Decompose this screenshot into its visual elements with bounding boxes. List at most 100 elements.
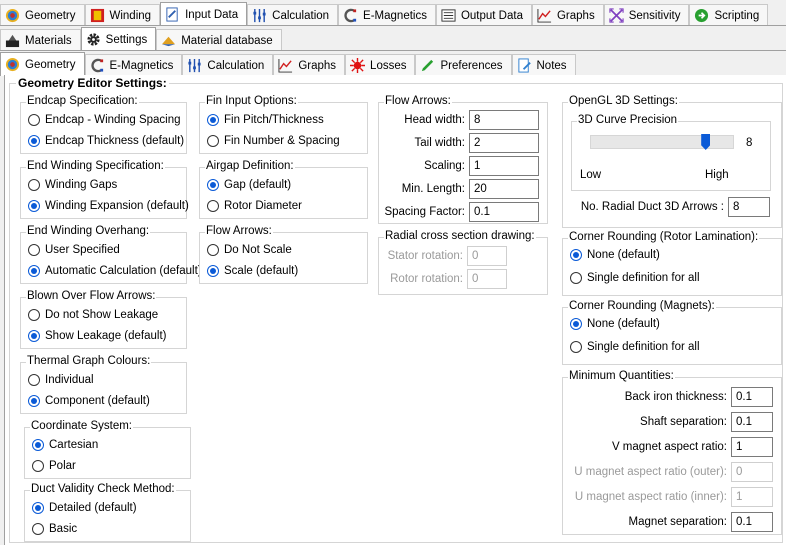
gap-option[interactable]: Gap (default) — [207, 179, 291, 191]
radio-button[interactable] — [28, 179, 40, 191]
main-tab-output-data[interactable]: Output Data — [435, 4, 532, 26]
winding-expansion-option[interactable]: Winding Expansion (default) — [28, 200, 189, 212]
main-tab-graphs[interactable]: Graphs — [531, 4, 604, 26]
radio-button[interactable] — [570, 249, 582, 261]
sensitivity-icon — [609, 8, 624, 23]
radio-button[interactable] — [32, 460, 44, 472]
radial-duct-arrows-input[interactable]: 8 — [728, 197, 770, 217]
main-tab-scripting[interactable]: Scripting — [689, 4, 769, 26]
back-iron-thickness-row: Back iron thickness: 0.1 — [563, 387, 773, 407]
settings-tab-calculation[interactable]: Calculation — [182, 54, 274, 76]
basic-option[interactable]: Basic — [32, 523, 77, 535]
input-data-tab-materials[interactable]: Materials — [0, 29, 81, 51]
settings-tab-geometry[interactable]: Geometry — [0, 52, 85, 76]
curve-precision-slider[interactable] — [590, 135, 734, 149]
settings-tab-graphs[interactable]: Graphs — [273, 54, 346, 76]
main-tab-winding[interactable]: Winding — [84, 4, 161, 26]
radio-button[interactable] — [28, 244, 40, 256]
radio-button[interactable] — [32, 502, 44, 514]
option-label: Component (default) — [45, 395, 150, 407]
show-leakage-option[interactable]: Show Leakage (default) — [28, 330, 166, 342]
scaling-input[interactable]: 1 — [469, 156, 539, 176]
radio-button[interactable] — [28, 330, 40, 342]
radio-button[interactable] — [28, 200, 40, 212]
detailed-option[interactable]: Detailed (default) — [32, 502, 137, 514]
component-option[interactable]: Component (default) — [28, 395, 150, 407]
magnet-separation-input[interactable]: 0.1 — [731, 512, 773, 532]
tab-label: Notes — [536, 59, 567, 72]
radio-button[interactable] — [207, 265, 219, 277]
cartesian-option[interactable]: Cartesian — [32, 439, 98, 451]
fin-number-spacing-option[interactable]: Fin Number & Spacing — [207, 135, 340, 147]
radio-button[interactable] — [32, 439, 44, 451]
corner-rounding-magnets-group: Corner Rounding (Magnets): None (default… — [562, 300, 782, 365]
field-label: Min. Length: — [401, 183, 465, 195]
main-tab-e-magnetics[interactable]: E-Magnetics — [338, 4, 436, 26]
materials-icon — [5, 33, 20, 48]
radio-button[interactable] — [207, 135, 219, 147]
do-not-show-leakage-option[interactable]: Do not Show Leakage — [28, 309, 158, 321]
input-data-tab-settings[interactable]: Settings — [80, 27, 157, 51]
main-tab-sensitivity[interactable]: Sensitivity — [603, 4, 690, 26]
main-tab-calculation[interactable]: Calculation — [247, 4, 339, 26]
u-magnet-outer-input[interactable]: 0 — [731, 462, 773, 482]
endcap-winding-spacing-option[interactable]: Endcap - Winding Spacing — [28, 114, 181, 126]
rotor-diameter-option[interactable]: Rotor Diameter — [207, 200, 302, 212]
u-magnet-inner-input[interactable]: 1 — [731, 487, 773, 507]
polar-option[interactable]: Polar — [32, 460, 76, 472]
none-default-option[interactable]: None (default) — [570, 318, 660, 330]
radio-button[interactable] — [207, 179, 219, 191]
settings-tab-notes[interactable]: Notes — [511, 54, 576, 76]
settings-tab-losses[interactable]: Losses — [345, 54, 416, 76]
spacing-factor-input[interactable]: 0.1 — [469, 202, 539, 222]
radio-button[interactable] — [32, 523, 44, 535]
radio-button[interactable] — [207, 114, 219, 126]
individual-option[interactable]: Individual — [28, 374, 94, 386]
radio-button[interactable] — [570, 341, 582, 353]
preferences-icon — [420, 58, 435, 73]
min-length-input[interactable]: 20 — [469, 179, 539, 199]
winding-gaps-option[interactable]: Winding Gaps — [28, 179, 117, 191]
fin-pitch-thickness-option[interactable]: Fin Pitch/Thickness — [207, 114, 324, 126]
radio-button[interactable] — [207, 244, 219, 256]
do-not-scale-option[interactable]: Do Not Scale — [207, 244, 292, 256]
radio-button[interactable] — [207, 200, 219, 212]
opengl-3d-settings-group: OpenGL 3D Settings: 3D Curve Precision 8… — [562, 95, 782, 228]
option-label: Gap (default) — [224, 179, 292, 191]
shaft-separation-input[interactable]: 0.1 — [731, 412, 773, 432]
coordinate-system-group: Coordinate System: Cartesian Polar — [24, 420, 191, 479]
user-specified-option[interactable]: User Specified — [28, 244, 120, 256]
back-iron-thickness-input[interactable]: 0.1 — [731, 387, 773, 407]
head-width-input[interactable]: 8 — [469, 110, 539, 130]
radio-button[interactable] — [28, 135, 40, 147]
tail-width-input[interactable]: 2 — [469, 133, 539, 153]
radial-duct-arrows-row: No. Radial Duct 3D Arrows : 8 — [563, 197, 770, 217]
stator-rotation-row: Stator rotation: 0 — [379, 246, 507, 266]
radio-button[interactable] — [28, 265, 40, 277]
radio-button[interactable] — [570, 272, 582, 284]
settings-tab-preferences[interactable]: Preferences — [415, 54, 512, 76]
endcap-thickness-option[interactable]: Endcap Thickness (default) — [28, 135, 184, 147]
input-data-tab-material-database[interactable]: Material database — [156, 29, 282, 51]
radio-button[interactable] — [28, 114, 40, 126]
radio-button[interactable] — [28, 395, 40, 407]
single-definition-option[interactable]: Single definition for all — [570, 341, 700, 353]
tab-label: Output Data — [460, 9, 523, 22]
field-label: Stator rotation: — [387, 250, 463, 262]
stator-rotation-input[interactable]: 0 — [467, 246, 507, 266]
rotor-rotation-input[interactable]: 0 — [467, 269, 507, 289]
field-label: Magnet separation: — [628, 516, 727, 528]
none-default-option[interactable]: None (default) — [570, 249, 660, 261]
radio-button[interactable] — [570, 318, 582, 330]
v-magnet-aspect-ratio-input[interactable]: 1 — [731, 437, 773, 457]
radio-button[interactable] — [28, 374, 40, 386]
main-tab-input-data[interactable]: Input Data — [160, 2, 248, 26]
option-label: Automatic Calculation (default) — [45, 265, 202, 277]
automatic-calculation-option[interactable]: Automatic Calculation (default) — [28, 265, 202, 277]
group-title: Minimum Quantities: — [568, 370, 675, 382]
radio-button[interactable] — [28, 309, 40, 321]
settings-tab-e-magnetics[interactable]: E-Magnetics — [84, 54, 183, 76]
main-tab-geometry[interactable]: Geometry — [0, 4, 85, 26]
scale-option[interactable]: Scale (default) — [207, 265, 298, 277]
single-definition-option[interactable]: Single definition for all — [570, 272, 700, 284]
